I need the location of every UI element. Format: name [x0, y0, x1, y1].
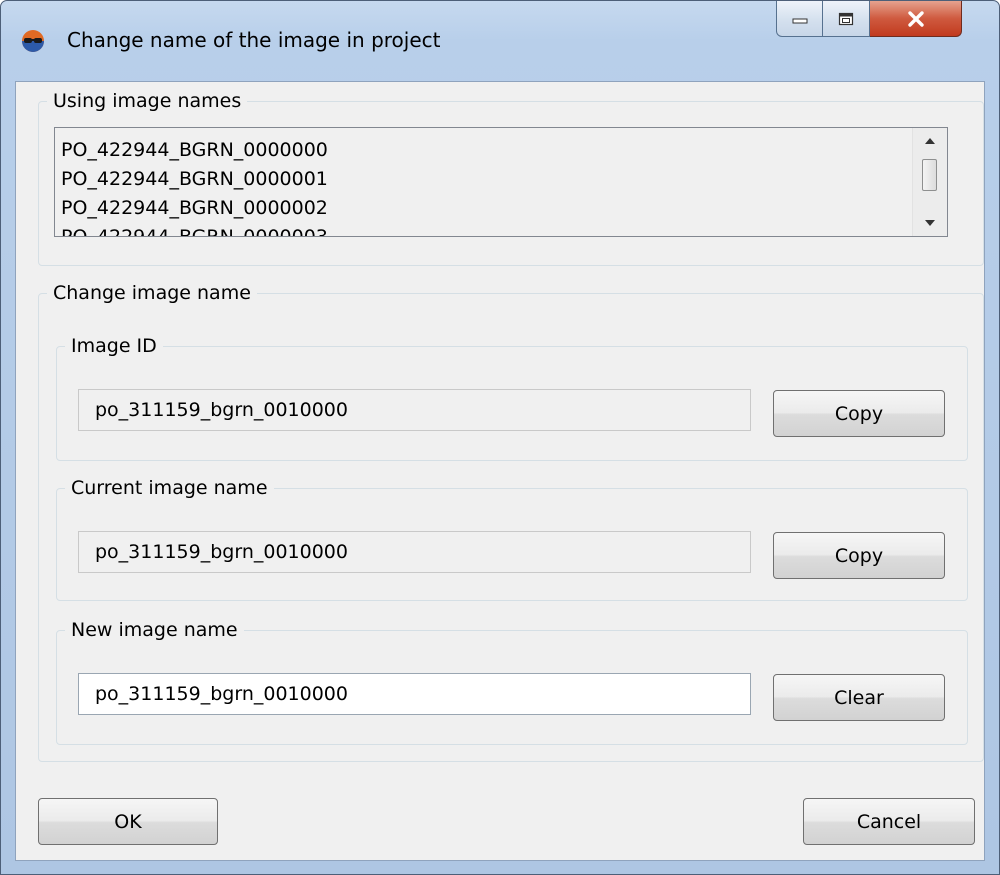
- scroll-up-icon: [925, 138, 935, 144]
- maximize-icon: [838, 12, 854, 25]
- dialog-window: Change name of the image in project Usin…: [0, 0, 1000, 875]
- vertical-scrollbar[interactable]: [912, 128, 947, 236]
- current-image-name-field[interactable]: po_311159_bgrn_0010000: [78, 531, 751, 573]
- title-bar[interactable]: Change name of the image in project: [1, 1, 999, 81]
- ok-button[interactable]: OK: [38, 798, 218, 845]
- list-item[interactable]: PO_422944_BGRN_0000003: [61, 223, 328, 236]
- close-button[interactable]: [870, 1, 962, 37]
- list-item[interactable]: PO_422944_BGRN_0000002: [61, 194, 328, 223]
- cancel-button[interactable]: Cancel: [803, 798, 975, 845]
- scroll-down-icon: [925, 220, 935, 226]
- image-id-legend: Image ID: [71, 335, 157, 357]
- minimize-icon: [792, 18, 807, 23]
- image-names-items: PO_422944_BGRN_0000000 PO_422944_BGRN_00…: [61, 136, 328, 236]
- new-image-name-legend: New image name: [71, 619, 238, 641]
- maximize-button[interactable]: [823, 1, 870, 37]
- list-item[interactable]: PO_422944_BGRN_0000001: [61, 165, 328, 194]
- dialog-client: Using image names PO_422944_BGRN_0000000…: [15, 81, 985, 861]
- image-names-list[interactable]: PO_422944_BGRN_0000000 PO_422944_BGRN_00…: [54, 127, 948, 237]
- image-id-field[interactable]: po_311159_bgrn_0010000: [78, 389, 751, 431]
- copy-image-id-button[interactable]: Copy: [773, 390, 945, 437]
- new-image-name-input[interactable]: po_311159_bgrn_0010000: [78, 673, 751, 715]
- window-title: Change name of the image in project: [67, 28, 441, 52]
- change-image-name-legend: Change image name: [53, 282, 251, 304]
- copy-current-name-button[interactable]: Copy: [773, 532, 945, 579]
- scroll-down-button[interactable]: [913, 210, 947, 236]
- scroll-up-button[interactable]: [913, 128, 947, 154]
- app-icon: [22, 30, 44, 52]
- scrollbar-thumb[interactable]: [922, 159, 937, 191]
- clear-new-name-button[interactable]: Clear: [773, 674, 945, 721]
- current-image-name-legend: Current image name: [71, 477, 268, 499]
- close-icon: [907, 10, 924, 27]
- minimize-button[interactable]: [776, 1, 823, 37]
- list-item[interactable]: PO_422944_BGRN_0000000: [61, 136, 328, 165]
- using-image-names-legend: Using image names: [53, 90, 242, 112]
